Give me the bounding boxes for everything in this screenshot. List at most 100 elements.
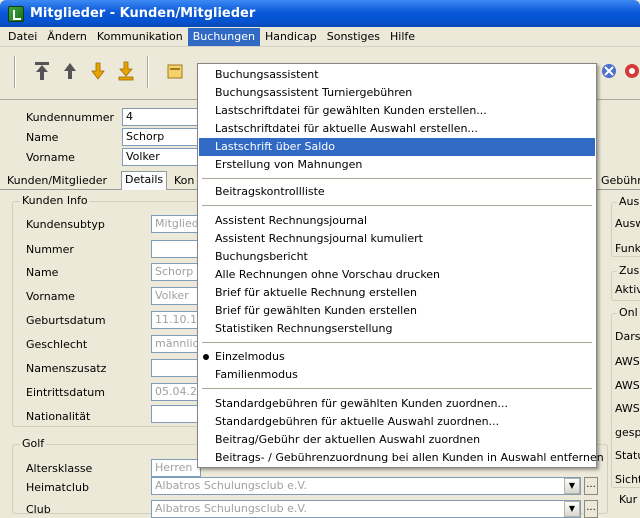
right-label-aws-2: AWS (615, 379, 640, 392)
club-field[interactable]: Albatros Schulungsclub e.V. (151, 500, 581, 518)
menu-sonstiges[interactable]: Sonstiges (322, 28, 385, 46)
menu-item-brief-kunde[interactable]: Brief für gewählten Kunden erstellen (199, 302, 595, 320)
right-label-gesp: gesp (615, 426, 640, 439)
eintrittsdatum-label: Eintrittsdatum (26, 386, 105, 399)
menu-item-buchungsbericht[interactable]: Buchungsbericht (199, 248, 595, 266)
kundennummer-label: Kundennummer (26, 111, 114, 124)
menu-item-standardgebuehren-auswahl[interactable]: Standardgebühren für aktuelle Auswahl zu… (199, 413, 595, 431)
club-dropdown-icon[interactable]: ▼ (564, 501, 580, 517)
menu-separator (202, 178, 592, 179)
info-name-field[interactable]: Schorp (151, 263, 201, 281)
menu-item-rechnungsjournal[interactable]: Assistent Rechnungsjournal (199, 212, 595, 230)
info-vorname-field[interactable]: Volker (151, 287, 201, 305)
right-label-funk: Funk (615, 242, 640, 255)
kundensubtyp-field[interactable]: Mitglied (151, 215, 201, 233)
right-label-dars: Dars (615, 330, 640, 343)
altersklasse-field[interactable]: Herren (151, 459, 201, 477)
toolbar-separator (147, 56, 149, 88)
menu-item-lastschriftdatei-auswahl[interactable]: Lastschriftdatei für aktuelle Auswahl er… (199, 120, 595, 138)
first-record-icon[interactable] (30, 58, 54, 84)
nummer-label: Nummer (26, 243, 74, 256)
menu-item-einzelmodus-label: Einzelmodus (215, 350, 285, 363)
kunden-info-title: Kunden Info (20, 194, 90, 207)
name-field[interactable]: Schorp (122, 128, 198, 146)
title-bar[interactable]: Mitglieder - Kunden/Mitglieder (0, 0, 640, 27)
tab-kon[interactable]: Kon (171, 173, 197, 190)
menu-item-statistiken[interactable]: Statistiken Rechnungserstellung (199, 320, 595, 338)
vorname-field[interactable]: Volker (122, 148, 198, 166)
menu-separator (202, 342, 592, 343)
right-label-aws-1: AWS (615, 355, 640, 368)
window-title: Mitglieder - Kunden/Mitglieder (30, 6, 256, 21)
nummer-field[interactable] (151, 240, 201, 258)
kundensubtyp-label: Kundensubtyp (26, 218, 105, 231)
right-label-status: Statu (615, 449, 640, 462)
menu-item-zuordnung-entfernen[interactable]: Beitrags- / Gebührenzuordnung bei allen … (199, 449, 604, 467)
namenszusatz-field[interactable] (151, 359, 201, 377)
name-label: Name (26, 131, 59, 144)
menu-item-brief-rechnung[interactable]: Brief für aktuelle Rechnung erstellen (199, 284, 595, 302)
folder-icon[interactable] (158, 58, 192, 84)
geburtsdatum-label: Geburtsdatum (26, 314, 106, 327)
menu-item-beitragskontrollliste[interactable]: Beitragskontrollliste (199, 183, 595, 201)
heimatclub-dropdown-icon[interactable]: ▼ (564, 478, 580, 494)
geburtsdatum-field[interactable]: 11.10.1 (151, 311, 201, 329)
menu-handicap[interactable]: Handicap (260, 28, 322, 46)
red-tool-icon[interactable] (620, 58, 640, 84)
altersklasse-label: Altersklasse (26, 462, 93, 475)
right-label-aws-3: AWS (615, 402, 640, 415)
menu-item-lastschrift-saldo[interactable]: Lastschrift über Saldo (199, 138, 595, 156)
menu-item-standardgebuehren-kunde[interactable]: Standardgebühren für gewählten Kunden zu… (199, 395, 595, 413)
next-record-icon[interactable] (86, 58, 110, 84)
geschlecht-label: Geschlecht (26, 338, 88, 351)
prev-record-icon[interactable] (58, 58, 82, 84)
menu-item-mahnungen[interactable]: Erstellung von Mahnungen (199, 156, 595, 174)
menu-item-familienmodus[interactable]: Familienmodus (199, 366, 595, 384)
menu-item-buchungsassistent[interactable]: Buchungsassistent (199, 66, 595, 84)
onl-title: Onl (617, 306, 640, 319)
heimatclub-more-button[interactable]: ... (584, 477, 598, 495)
tab-gebuehren[interactable]: Gebühre (598, 173, 640, 190)
kur-title: Kur (617, 493, 640, 506)
right-label-aktiv: Aktiv (615, 283, 640, 296)
app-icon (8, 5, 24, 22)
info-vorname-label: Vorname (26, 290, 75, 303)
aus-title: Aus (617, 195, 640, 208)
menu-kommunikation[interactable]: Kommunikation (92, 28, 188, 46)
tab-kunden-mitglieder[interactable]: Kunden/Mitglieder (4, 173, 110, 190)
heimatclub-field[interactable]: Albatros Schulungsclub e.V. (151, 477, 581, 495)
menu-item-lastschriftdatei-kunde[interactable]: Lastschriftdatei für gewählten Kunden er… (199, 102, 595, 120)
menu-separator (202, 205, 592, 206)
menu-item-beitrag-zuordnen[interactable]: Beitrag/Gebühr der aktuellen Auswahl zuo… (199, 431, 595, 449)
menu-item-einzelmodus[interactable]: Einzelmodus (199, 348, 595, 366)
toolbar-grip (14, 56, 16, 88)
radio-bullet-icon (203, 354, 209, 360)
vorname-label: Vorname (26, 151, 75, 164)
kundennummer-field[interactable]: 4 (122, 108, 198, 126)
namenszusatz-label: Namenszusatz (26, 362, 107, 375)
blue-tool-icon[interactable] (597, 58, 621, 84)
buchungen-dropdown-menu: Buchungsassistent Buchungsassistent Turn… (197, 63, 604, 468)
zus-title: Zus (617, 264, 640, 277)
eintrittsdatum-field[interactable]: 05.04.2 (151, 383, 201, 401)
menu-datei[interactable]: Datei (3, 28, 42, 46)
menu-aendern[interactable]: Ändern (42, 28, 92, 46)
geschlecht-field[interactable]: männlich (151, 335, 201, 353)
right-label-sicht: Sicht (615, 473, 640, 486)
menu-item-buchungsassistent-turniergebuehren[interactable]: Buchungsassistent Turniergebühren (199, 84, 595, 102)
menu-separator (202, 388, 592, 389)
club-more-button[interactable]: ... (584, 500, 598, 518)
last-record-icon[interactable] (114, 58, 138, 84)
info-name-label: Name (26, 266, 59, 279)
menu-buchungen[interactable]: Buchungen (187, 27, 260, 46)
heimatclub-label: Heimatclub (26, 481, 89, 494)
nationalitaet-field[interactable] (151, 405, 201, 423)
menu-item-rechnungen-drucken[interactable]: Alle Rechnungen ohne Vorschau drucken (199, 266, 595, 284)
nationalitaet-label: Nationalität (26, 410, 91, 423)
right-label-ausw: Ausw (615, 217, 640, 230)
menu-item-rechnungsjournal-kumuliert[interactable]: Assistent Rechnungsjournal kumuliert (199, 230, 595, 248)
tab-details[interactable]: Details (121, 171, 168, 190)
menu-hilfe[interactable]: Hilfe (385, 28, 420, 46)
menu-bar: Datei Ändern Kommunikation Buchungen Han… (0, 27, 640, 47)
golf-title: Golf (20, 437, 47, 450)
